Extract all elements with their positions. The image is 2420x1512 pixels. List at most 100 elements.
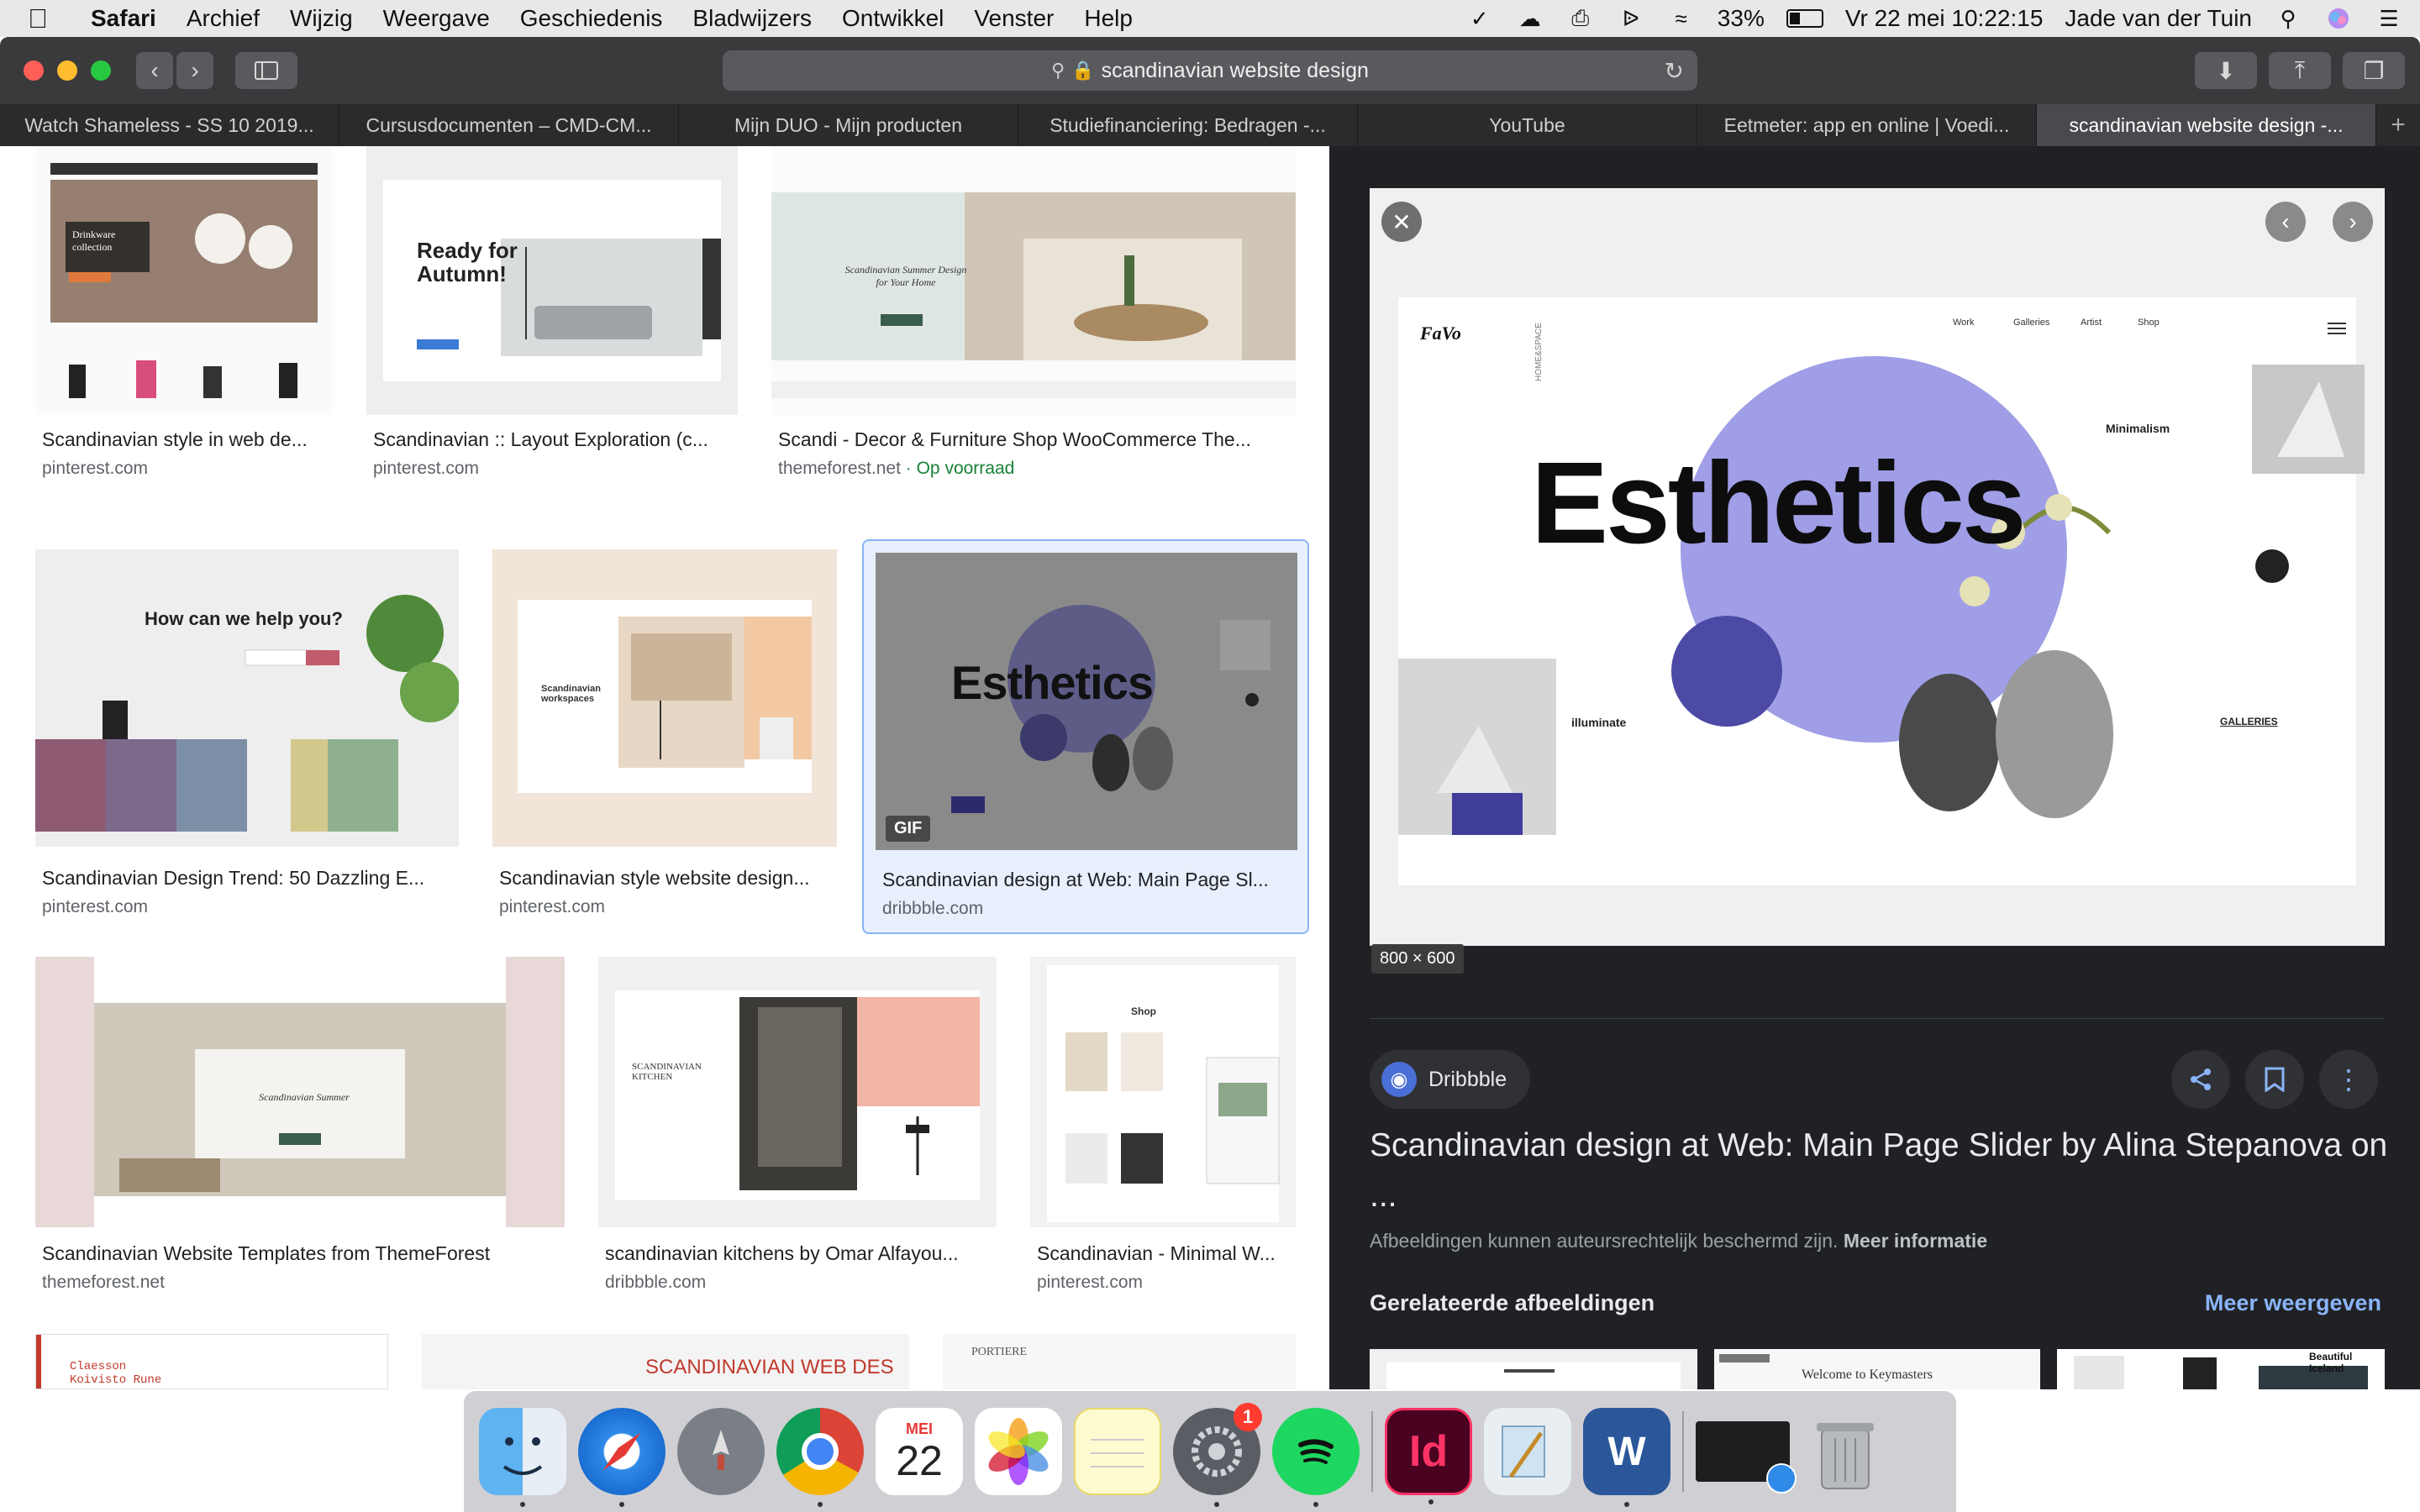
back-button[interactable]: ‹ — [136, 52, 173, 89]
photos-icon[interactable] — [975, 1408, 1062, 1495]
result-card[interactable]: How can we help you? Scandinavian Design… — [35, 549, 459, 919]
zoom-window-button[interactable] — [91, 60, 111, 81]
next-image-button[interactable]: › — [2333, 202, 2373, 242]
result-card[interactable]: SCANDINAVIAN WEB DES — [422, 1334, 909, 1389]
related-image[interactable]: Welcome to Keymasters — [1714, 1349, 2040, 1389]
menu-venster[interactable]: Venster — [959, 5, 1069, 32]
menu-bladwijzers[interactable]: Bladwijzers — [677, 5, 827, 32]
preview-image[interactable]: FaVo Work Galleries Artist Shop HOME&SPA… — [1370, 188, 2385, 946]
related-image[interactable]: Beautiful Iceland — [2057, 1349, 2385, 1389]
checkmark-status-icon[interactable]: ✓ — [1465, 6, 1494, 31]
show-more-link[interactable]: Meer weergeven — [2205, 1290, 2381, 1316]
notification-center-icon[interactable]: ☰ — [2375, 6, 2403, 31]
downloads-button[interactable]: ⬇ — [2195, 52, 2257, 89]
bookmark-image-button[interactable] — [2245, 1050, 2304, 1109]
tab-studiefinanciering[interactable]: Studiefinanciering: Bedragen -... — [1018, 104, 1358, 146]
result-title[interactable]: Scandinavian style in web de... — [42, 428, 333, 451]
share-image-button[interactable] — [2171, 1050, 2230, 1109]
result-thumbnail[interactable]: Ready for Autumn! — [366, 146, 738, 415]
siri-icon[interactable] — [2324, 6, 2353, 31]
bluetooth-icon[interactable]: ᐉ — [1617, 6, 1645, 31]
result-card[interactable]: Ready for Autumn! Scandinavian :: Layout… — [366, 146, 738, 516]
clock[interactable]: Vr 22 mei 10:22:15 — [1845, 5, 2044, 32]
safari-icon[interactable] — [578, 1408, 666, 1507]
finder-icon[interactable] — [479, 1408, 566, 1507]
forward-button[interactable]: › — [176, 52, 213, 89]
spotlight-search-icon[interactable]: ⚲ — [2274, 6, 2302, 31]
result-thumbnail[interactable]: Drinkware collection — [35, 146, 333, 415]
tab-shameless[interactable]: Watch Shameless - SS 10 2019... — [0, 104, 339, 146]
printer-icon[interactable]: ⎙ — [1566, 5, 1595, 31]
menu-weergave[interactable]: Weergave — [368, 5, 505, 32]
result-thumbnail[interactable]: Claesson Koivisto Rune — [35, 1334, 388, 1389]
creative-cloud-icon[interactable]: ☁ — [1516, 6, 1544, 31]
user-name[interactable]: Jade van der Tuin — [2065, 5, 2252, 32]
trash-icon[interactable] — [1802, 1408, 1889, 1495]
result-thumbnail[interactable]: How can we help you? — [35, 549, 459, 847]
chrome-icon[interactable] — [776, 1408, 864, 1507]
battery-icon[interactable] — [1786, 9, 1823, 28]
result-thumbnail[interactable]: PORTIERE — [943, 1334, 1296, 1389]
result-title[interactable]: Scandinavian style website design... — [499, 867, 837, 890]
result-card-selected[interactable]: Esthetics GIF Scandinavian design at Web… — [862, 539, 1309, 934]
menu-app-name[interactable]: Safari — [76, 5, 171, 32]
calendar-icon[interactable]: MEI 22 — [876, 1408, 963, 1495]
minimize-window-button[interactable] — [57, 60, 77, 81]
more-options-button[interactable]: ⋮ — [2319, 1050, 2378, 1109]
result-thumbnail[interactable]: SCANDINAVIAN KITCHEN — [598, 957, 997, 1227]
result-thumbnail[interactable]: Esthetics GIF — [876, 553, 1297, 850]
indesign-icon[interactable]: Id — [1385, 1408, 1472, 1504]
tab-duo[interactable]: Mijn DUO - Mijn producten — [679, 104, 1018, 146]
related-image[interactable] — [1370, 1349, 1697, 1389]
system-preferences-icon[interactable]: 1 — [1173, 1403, 1262, 1507]
tab-overview-button[interactable]: ❐ — [2343, 52, 2405, 89]
xcode-icon[interactable] — [1484, 1408, 1571, 1495]
result-card[interactable]: Shop Scandinavian - Minimal W... pintere… — [1030, 957, 1296, 1326]
result-title[interactable]: Scandinavian Design Trend: 50 Dazzling E… — [42, 867, 459, 890]
result-title[interactable]: Scandinavian Website Templates from Them… — [42, 1242, 565, 1265]
source-chip[interactable]: ◉ Dribbble — [1370, 1050, 1531, 1109]
result-title[interactable]: Scandinavian :: Layout Exploration (c... — [373, 428, 738, 451]
spotify-icon[interactable] — [1272, 1408, 1360, 1507]
result-title[interactable]: Scandinavian design at Web: Main Page Sl… — [882, 869, 1302, 891]
minimized-window-thumbnail[interactable] — [1696, 1421, 1797, 1494]
result-card[interactable]: Scandinavian Summer Scandinavian Website… — [35, 957, 565, 1326]
result-title[interactable]: Scandi - Decor & Furniture Shop WooComme… — [778, 428, 1291, 451]
result-card[interactable]: Drinkware collection Scandinavian style … — [35, 146, 333, 516]
menu-ontwikkel[interactable]: Ontwikkel — [827, 5, 959, 32]
close-window-button[interactable] — [24, 60, 44, 81]
close-preview-button[interactable]: ✕ — [1381, 202, 1422, 242]
result-thumbnail[interactable]: Shop — [1030, 957, 1296, 1227]
launchpad-icon[interactable] — [677, 1408, 765, 1495]
notes-icon[interactable] — [1074, 1408, 1161, 1495]
tab-youtube[interactable]: YouTube — [1358, 104, 1697, 146]
reload-icon[interactable]: ↻ — [1665, 57, 1684, 85]
menu-archief[interactable]: Archief — [171, 5, 275, 32]
address-bar[interactable]: ⚲ 🔒 scandinavian website design ↻ — [723, 50, 1697, 91]
result-thumbnail[interactable]: SCANDINAVIAN WEB DES — [422, 1334, 909, 1389]
word-icon[interactable]: W — [1583, 1408, 1670, 1507]
result-title[interactable]: Scandinavian - Minimal W... — [1037, 1242, 1296, 1265]
result-thumbnail[interactable]: Scandinavian Summer — [35, 957, 565, 1227]
result-card[interactable]: SCANDINAVIAN KITCHEN scandinavian kitche… — [598, 957, 997, 1326]
tab-scandinavian-design[interactable]: scandinavian website design -... — [2037, 104, 2376, 146]
result-thumbnail[interactable]: Scandinavian workspaces — [492, 549, 837, 847]
sidebar-toggle-button[interactable] — [235, 52, 297, 89]
result-card[interactable]: PORTIERE — [943, 1334, 1296, 1389]
result-card[interactable]: Claesson Koivisto Rune — [35, 1334, 388, 1389]
menu-wijzig[interactable]: Wijzig — [275, 5, 368, 32]
result-card[interactable]: Scandinavian workspaces Scandinavian sty… — [492, 549, 837, 919]
previous-image-button[interactable]: ‹ — [2265, 202, 2306, 242]
apple-menu-icon[interactable]:  — [0, 3, 76, 34]
menu-geschiedenis[interactable]: Geschiedenis — [505, 5, 678, 32]
result-title[interactable]: scandinavian kitchens by Omar Alfayou... — [605, 1242, 997, 1265]
tab-eetmeter[interactable]: Eetmeter: app en online | Voedi... — [1697, 104, 2037, 146]
share-button[interactable]: ⤒ — [2269, 52, 2331, 89]
preview-title[interactable]: Scandinavian design at Web: Main Page Sl… — [1370, 1121, 2395, 1221]
result-card[interactable]: Scandinavian Summer Design for Your Home… — [771, 146, 1296, 516]
new-tab-button[interactable]: + — [2376, 104, 2420, 146]
menu-help[interactable]: Help — [1069, 5, 1148, 32]
tab-cursusdocumenten[interactable]: Cursusdocumenten – CMD-CM... — [339, 104, 679, 146]
more-info-link[interactable]: Meer informatie — [1844, 1230, 1987, 1252]
wifi-icon[interactable]: ≈ — [1667, 6, 1696, 31]
